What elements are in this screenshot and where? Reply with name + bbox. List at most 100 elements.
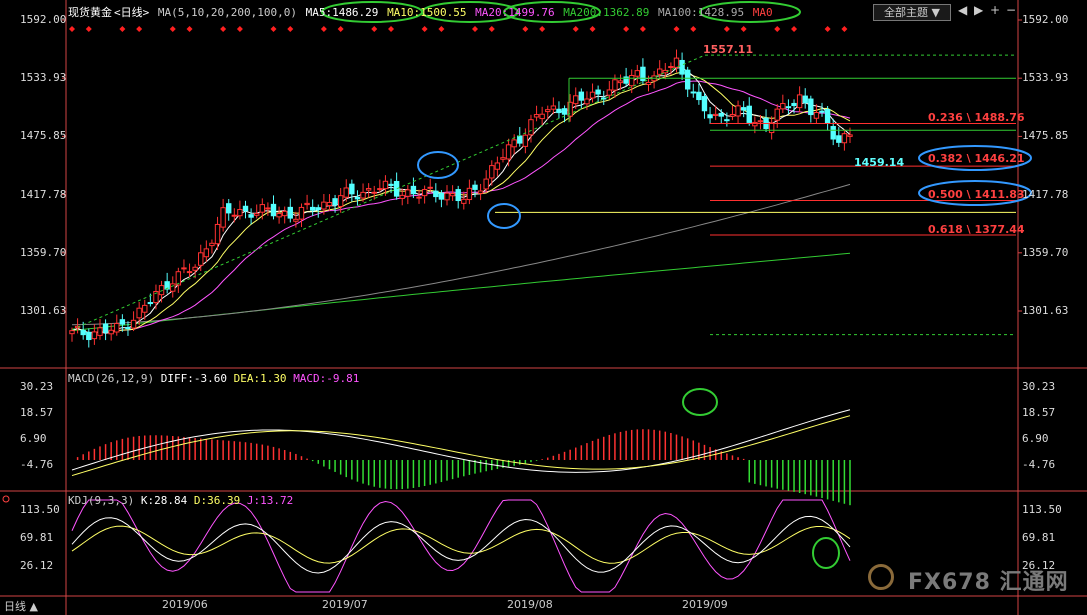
candle-body (595, 89, 601, 95)
candle-body (483, 178, 489, 190)
candle-body (690, 91, 696, 94)
macd-value: MACD:-9.81 (293, 372, 360, 385)
signal-diamond (673, 26, 680, 32)
macd-axis-label-right-3: -4.76 (1022, 458, 1056, 471)
candle-body (315, 207, 321, 211)
kdj-header: KDJ(9,3,3) K:28.84 D:36.39 J:13.72 (68, 494, 293, 507)
kdj-d: D:36.39 (193, 494, 241, 507)
period-label[interactable]: <日线> (114, 6, 149, 19)
candle-body (298, 206, 305, 220)
candle-body (304, 202, 310, 206)
candle-body (824, 109, 831, 124)
candle-body (511, 139, 517, 148)
candle-body (528, 119, 534, 136)
candle-body (181, 267, 187, 270)
prev-arrow-icon[interactable]: ◀ (958, 3, 967, 17)
candle-body (617, 80, 624, 84)
candle-body (830, 126, 836, 140)
macd-axis-label-left-3: -4.76 (20, 458, 54, 471)
candle-body (472, 184, 478, 190)
ma10-value: MA10:1500.55 (387, 6, 467, 19)
candle-body (505, 144, 512, 160)
zoom-in-icon[interactable]: + (990, 3, 1000, 17)
candle-body (629, 74, 635, 87)
candle-body (740, 107, 747, 111)
candle-body (405, 189, 411, 197)
candle-body (550, 105, 557, 110)
candle-body (461, 198, 467, 204)
candle-body (410, 185, 417, 195)
candle-body (701, 96, 708, 112)
chart-canvas[interactable] (0, 0, 1087, 615)
signal-diamond (438, 26, 445, 32)
signal-diamond (572, 26, 579, 32)
signal-diamond (639, 26, 646, 32)
candle-body (349, 183, 355, 195)
candle-body (645, 81, 652, 85)
candle-body (365, 188, 372, 191)
theme-dropdown-button[interactable]: 全部主题 ▼ (873, 4, 951, 21)
ma100-line (71, 183, 851, 326)
candle-body (248, 214, 254, 218)
candle-body (209, 242, 215, 247)
signal-diamond (169, 26, 176, 32)
candle-body (170, 283, 176, 292)
x-label-jul: 2019/07 (322, 598, 368, 611)
price-axis-label-left-1: 1533.93 (20, 71, 67, 85)
zoom-out-icon[interactable]: − (1006, 3, 1016, 17)
candle-body (556, 108, 562, 114)
price-axis-label-right-2: 1475.85 (1022, 129, 1069, 143)
candle-body (724, 119, 730, 122)
macd-diff: DIFF:-3.60 (160, 372, 227, 385)
candle-body (242, 205, 249, 212)
macd-axis-label-left-1: 18.57 (20, 406, 54, 419)
candle-body (337, 195, 344, 207)
next-arrow-icon[interactable]: ▶ (974, 3, 983, 17)
candle-body (500, 157, 506, 160)
signal-diamond (471, 26, 478, 32)
candle-body (192, 266, 198, 271)
candle-body (573, 95, 579, 105)
candle-body (466, 187, 473, 201)
candle-body (421, 188, 428, 197)
price-axis-label-right-5: 1301.63 (1022, 304, 1069, 317)
candle-body (237, 209, 243, 217)
candle-body (634, 70, 641, 77)
fib-0618-label: 0.618 \ 1377.44 (928, 223, 1025, 236)
signal-diamond (119, 26, 126, 32)
signal-diamond (690, 26, 697, 32)
signal-diamond (371, 26, 378, 32)
x-label-aug: 2019/08 (507, 598, 553, 611)
candle-body (293, 218, 299, 222)
macd-axis-label-right-0: 30.23 (1022, 380, 1056, 393)
ma20-value: MA20:1499.76 (475, 6, 555, 19)
signal-diamond (287, 26, 294, 32)
candle-body (735, 105, 741, 117)
macd-diff-line (71, 409, 851, 473)
candle-body (813, 111, 820, 119)
candle-body (606, 89, 613, 96)
kdj-axis-label-left-0: 113.50 (20, 503, 60, 516)
candle-body (712, 113, 719, 117)
period-tab[interactable]: 日线 ▲ (4, 598, 38, 614)
candle-body (539, 113, 545, 120)
ma200-line (71, 252, 851, 332)
candle-body (226, 203, 232, 214)
candle-body (477, 190, 484, 194)
candle-body (393, 180, 400, 197)
candle-body (819, 110, 825, 113)
candle-body (791, 102, 797, 107)
macd-cross-circle (682, 388, 718, 416)
signal-diamond (85, 26, 92, 32)
candle-body (309, 206, 316, 211)
candle-body (220, 207, 226, 228)
signal-diamond (388, 26, 395, 32)
candle-body (125, 327, 131, 330)
candle-body (119, 319, 126, 325)
candle-body (522, 134, 529, 147)
price-axis-label-left-4: 1359.70 (20, 245, 67, 259)
candle-body (489, 165, 495, 179)
candle-body (494, 162, 501, 170)
candle-body (287, 206, 293, 219)
candle-body (847, 134, 853, 137)
